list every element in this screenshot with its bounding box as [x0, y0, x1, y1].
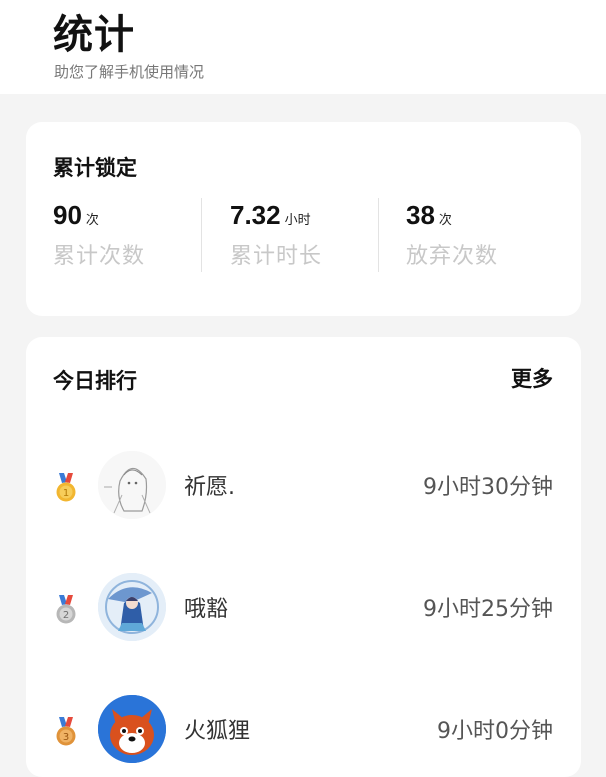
rank-time: 9小时0分钟 [437, 719, 553, 744]
gold-medal-icon: 1 [56, 473, 76, 502]
more-button[interactable]: 更多 [511, 363, 553, 393]
stat-total-count: 90 次 累计次数 [53, 200, 223, 270]
stat-unit: 次 [85, 213, 99, 228]
svg-text:1: 1 [63, 488, 69, 499]
stat-label: 放弃次数 [406, 244, 499, 269]
stat-value: 7.32 [230, 200, 281, 230]
ranking-row[interactable]: 3 火狐狸 9小时0分钟 [26, 689, 581, 769]
page-header: 统计 助您了解手机使用情况 [0, 0, 606, 94]
avatar[interactable] [98, 451, 166, 519]
svg-text:2: 2 [63, 610, 69, 621]
svg-text:3: 3 [63, 732, 69, 743]
stat-label: 累计次数 [53, 244, 146, 269]
stat-divider [378, 198, 379, 272]
bronze-medal-icon: 3 [56, 717, 76, 746]
page-subtitle: 助您了解手机使用情况 [54, 63, 205, 81]
ranking-row[interactable]: 2 哦豁 9小时25分钟 [26, 567, 581, 647]
stat-total-duration: 7.32 小时 累计时长 [230, 200, 400, 270]
rank-time: 9小时30分钟 [423, 475, 553, 500]
silver-medal-icon: 2 [56, 595, 76, 624]
avatar[interactable] [98, 695, 166, 763]
ranking-title: 今日排行 [53, 369, 137, 393]
page-title: 统计 [53, 12, 135, 58]
rank-name: 祈愿. [184, 475, 235, 500]
ranking-card: 今日排行 更多 1 祈愿. 9小时30分钟 2 哦豁 9小时25分钟 3 火狐狸… [26, 337, 581, 777]
stat-unit: 次 [438, 213, 452, 228]
rank-time: 9小时25分钟 [423, 597, 553, 622]
stat-divider [201, 198, 202, 272]
lock-summary-title: 累计锁定 [53, 156, 137, 180]
rank-name: 哦豁 [184, 597, 229, 622]
stat-value: 90 [53, 200, 82, 230]
rank-name: 火狐狸 [184, 719, 251, 744]
ranking-row[interactable]: 1 祈愿. 9小时30分钟 [26, 445, 581, 525]
stat-value: 38 [406, 200, 435, 230]
avatar[interactable] [98, 573, 166, 641]
stat-label: 累计时长 [230, 244, 323, 269]
stat-give-up-count: 38 次 放弃次数 [406, 200, 576, 270]
stat-unit: 小时 [284, 213, 311, 228]
lock-summary-card: 累计锁定 90 次 累计次数 7.32 小时 累计时长 38 次 放弃次数 [26, 122, 581, 316]
